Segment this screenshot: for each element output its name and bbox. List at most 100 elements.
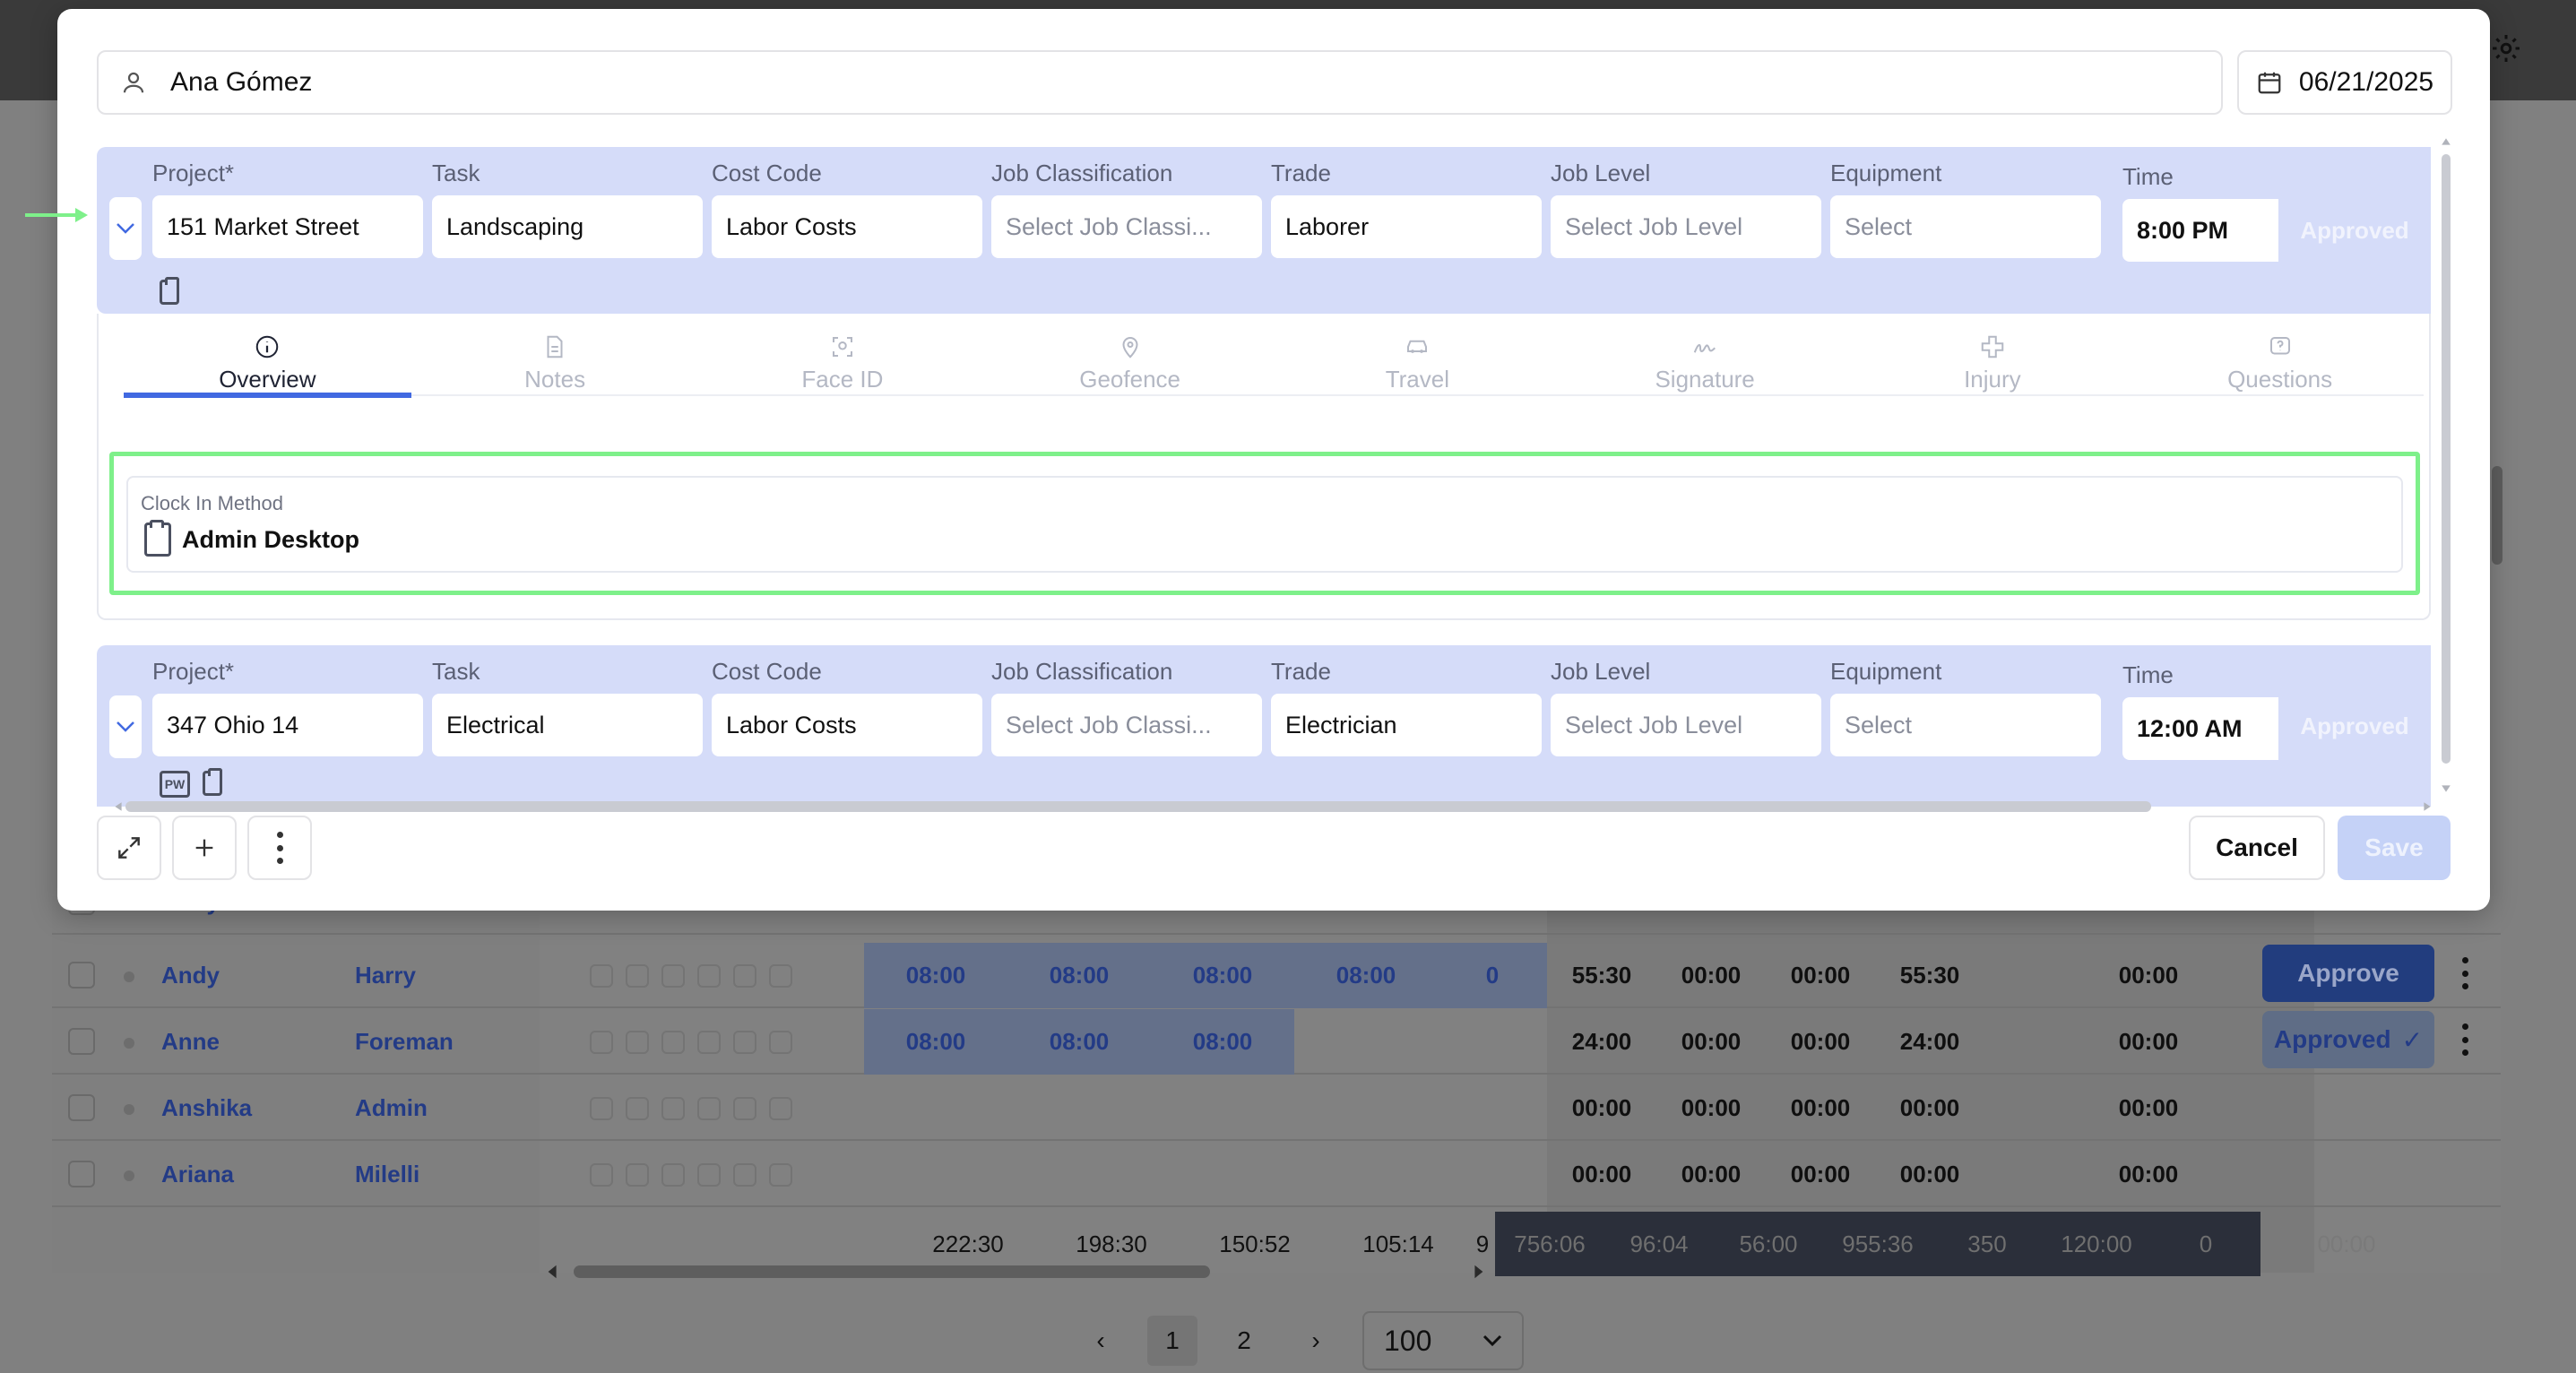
tab-label: Travel — [1385, 366, 1450, 393]
question-icon — [2269, 337, 2290, 355]
prevailing-wage-icon[interactable]: PW — [160, 771, 190, 798]
row-checkbox[interactable] — [68, 1094, 95, 1121]
tab-label: Signature — [1655, 366, 1755, 393]
total-cell: 00:00 — [1681, 1094, 1742, 1121]
job-classification-select[interactable]: Select Job Classi... — [991, 195, 1262, 258]
collapse-toggle[interactable] — [109, 695, 142, 758]
table-row[interactable]: Ariana Milelli 00:00 00:00 00:00 00:00 0… — [52, 1142, 2501, 1207]
scrollbar-thumb[interactable] — [574, 1265, 1210, 1278]
trade-select[interactable]: Electrician — [1271, 694, 1542, 756]
more-options-button[interactable] — [247, 816, 312, 880]
task-select[interactable]: Landscaping — [432, 195, 703, 258]
cost-code-select[interactable]: Labor Costs — [712, 195, 982, 258]
modal-vertical-scrollbar[interactable] — [2438, 136, 2454, 799]
equipment-select[interactable]: Select — [1830, 195, 2101, 258]
status-dot — [124, 1170, 134, 1181]
scroll-right-icon[interactable] — [2422, 801, 2433, 812]
trade-select[interactable]: Laborer — [1271, 195, 1542, 258]
date-field[interactable]: 06/21/2025 — [2237, 50, 2452, 115]
tab-questions[interactable]: Questions — [2136, 333, 2424, 394]
approved-badge[interactable]: Approved ✓ — [2262, 1011, 2434, 1068]
trade-group: Trade Laborer — [1271, 160, 1542, 258]
modal-horizontal-scrollbar[interactable] — [113, 798, 2443, 814]
time-cell[interactable]: 0 — [1438, 943, 1547, 1008]
next-page-icon[interactable]: › — [1291, 1316, 1341, 1366]
equipment-select[interactable]: Select — [1830, 694, 2101, 756]
time-cell[interactable]: 08:00 — [1007, 943, 1151, 1008]
job-level-select[interactable]: Select Job Level — [1551, 694, 1821, 756]
last-name[interactable]: Admin — [355, 1075, 428, 1141]
page-2[interactable]: 2 — [1219, 1316, 1269, 1366]
page-size-select[interactable]: 100 — [1362, 1311, 1524, 1370]
tab-travel[interactable]: Travel — [1274, 333, 1561, 394]
time-input[interactable]: 12:00 AM — [2122, 697, 2278, 760]
page-vertical-scrollbar[interactable] — [2492, 466, 2503, 565]
total-cell: 00:00 — [1790, 1161, 1851, 1187]
row-checkbox[interactable] — [68, 1028, 95, 1055]
time-cell[interactable]: 08:00 — [864, 1009, 1007, 1075]
table-horizontal-scrollbar[interactable] — [538, 1262, 1488, 1280]
entries-scroll-area[interactable]: Project* 151 Market Street Task Landscap… — [97, 136, 2492, 807]
add-entry-button[interactable] — [172, 816, 237, 880]
scroll-left-icon[interactable] — [113, 801, 124, 812]
row-icons — [590, 1075, 792, 1141]
first-name[interactable]: Ariana — [161, 1142, 234, 1207]
clipboard-icon[interactable] — [203, 768, 222, 796]
last-name[interactable]: Foreman — [355, 1009, 454, 1075]
scroll-up-icon[interactable] — [2441, 136, 2451, 147]
row-menu-icon[interactable] — [2460, 1023, 2469, 1056]
first-name[interactable]: Andy — [161, 943, 220, 1008]
last-name[interactable]: Harry — [355, 943, 416, 1008]
time-cell[interactable]: 08:00 — [864, 943, 1007, 1008]
cost-code-label: Cost Code — [712, 658, 822, 685]
scrollbar-thumb[interactable] — [125, 801, 2151, 812]
row-checkbox[interactable] — [68, 1161, 95, 1187]
project-select[interactable]: 347 Ohio 14 — [152, 694, 423, 756]
scroll-right-icon[interactable] — [1470, 1264, 1486, 1280]
job-classification-select[interactable]: Select Job Classi... — [991, 694, 1262, 756]
time-cell[interactable]: 08:00 — [1151, 1009, 1294, 1075]
gear-icon[interactable] — [2490, 32, 2522, 65]
tab-geofence[interactable]: Geofence — [986, 333, 1274, 394]
scroll-left-icon[interactable] — [545, 1264, 561, 1280]
clipboard-icon[interactable] — [160, 277, 179, 305]
row-checkbox[interactable] — [68, 962, 95, 989]
approve-button[interactable]: Approve — [2262, 945, 2434, 1002]
prev-page-icon[interactable]: ‹ — [1076, 1316, 1126, 1366]
tab-overview[interactable]: Overview — [124, 333, 411, 398]
project-select[interactable]: 151 Market Street — [152, 195, 423, 258]
task-select[interactable]: Electrical — [432, 694, 703, 756]
employee-name: Ana Gómez — [170, 67, 313, 97]
project-label: Project* — [152, 160, 235, 186]
cost-code-select[interactable]: Labor Costs — [712, 694, 982, 756]
last-name[interactable]: Milelli — [355, 1142, 419, 1207]
first-name[interactable]: Anshika — [161, 1075, 252, 1141]
tab-notes[interactable]: Notes — [411, 333, 699, 394]
table-row[interactable]: Anne Foreman 08:00 08:00 08:00 24:00 00:… — [52, 1009, 2501, 1075]
collapse-toggle[interactable] — [109, 197, 142, 260]
save-button[interactable]: Save — [2338, 816, 2451, 880]
page-1[interactable]: 1 — [1147, 1316, 1197, 1366]
job-level-select[interactable]: Select Job Level — [1551, 195, 1821, 258]
employee-field[interactable]: Ana Gómez — [97, 50, 2223, 115]
task-group: Task Landscaping — [432, 160, 703, 258]
entry-sub-icons: PW — [160, 768, 222, 798]
cost-code-group: Cost Code Labor Costs — [712, 160, 982, 258]
first-name[interactable]: Anne — [161, 1009, 220, 1075]
time-cell[interactable]: 08:00 — [1007, 1009, 1151, 1075]
expand-button[interactable] — [97, 816, 161, 880]
scrollbar-thumb[interactable] — [2442, 154, 2451, 764]
table-row[interactable]: Anshika Admin 00:00 00:00 00:00 00:00 00… — [52, 1075, 2501, 1141]
tab-injury[interactable]: Injury — [1849, 333, 2137, 394]
time-input[interactable]: 8:00 PM — [2122, 199, 2278, 262]
row-menu-icon[interactable] — [2460, 957, 2469, 989]
cancel-button[interactable]: Cancel — [2189, 816, 2325, 880]
tab-signature[interactable]: Signature — [1561, 333, 1849, 394]
time-cell[interactable]: 08:00 — [1294, 943, 1438, 1008]
calendar-icon — [2258, 72, 2281, 94]
time-cell[interactable]: 08:00 — [1151, 943, 1294, 1008]
row-icons — [590, 1009, 792, 1075]
tab-face-id[interactable]: Face ID — [699, 333, 987, 394]
scroll-down-icon[interactable] — [2441, 783, 2451, 794]
table-row[interactable]: Andy Harry 08:00 08:00 08:00 08:00 0 55:… — [52, 943, 2501, 1008]
